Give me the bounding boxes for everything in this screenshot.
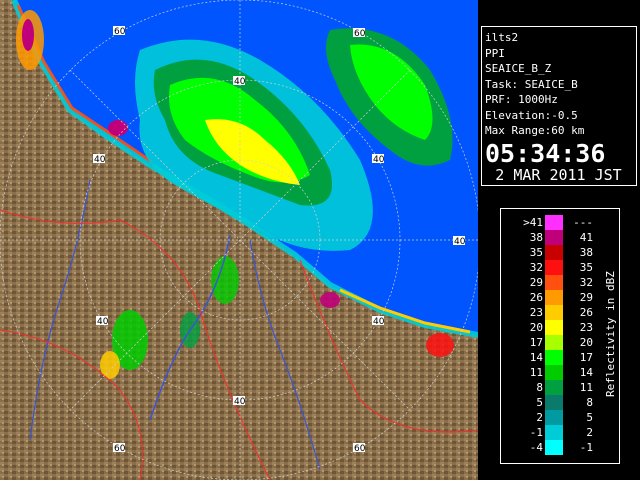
legend-color-swatch xyxy=(545,215,563,230)
echo-land-6 xyxy=(320,292,340,308)
legend-color-swatch xyxy=(545,335,563,350)
legend-low-value: 23 xyxy=(529,306,543,319)
legend-row: -1 2 xyxy=(501,425,621,440)
legend-low-value: 35 xyxy=(529,246,543,259)
legend-high-value: 29 xyxy=(579,291,593,304)
echo-cape xyxy=(108,120,128,136)
product-name: SEAICE_B_Z xyxy=(485,62,552,75)
prf-value: PRF: 1000Hz xyxy=(485,93,558,106)
legend-low-value: 26 xyxy=(529,291,543,304)
legend-color-swatch xyxy=(545,440,563,455)
legend-low-value: -4 xyxy=(529,441,543,454)
legend-row: 14 17 xyxy=(501,350,621,365)
legend-color-swatch xyxy=(545,260,563,275)
legend-high-value: 11 xyxy=(579,381,593,394)
legend-high-value: -1 xyxy=(579,441,593,454)
legend-unit-label: Reflectivity in dBZ xyxy=(604,271,617,397)
site-name: ilts2 xyxy=(485,31,519,44)
range-label: 60 xyxy=(114,444,126,454)
legend-color-swatch xyxy=(545,230,563,245)
legend-color-swatch xyxy=(545,305,563,320)
legend-row: 35 38 xyxy=(501,245,621,260)
legend-low-value: 32 xyxy=(529,261,543,274)
range-label: 60 xyxy=(114,27,126,37)
legend-high-value: 35 xyxy=(579,261,593,274)
legend-low-value: >41 xyxy=(523,216,543,229)
legend-color-swatch xyxy=(545,320,563,335)
legend-high-value: 38 xyxy=(579,246,593,259)
legend-low-value: 17 xyxy=(529,336,543,349)
legend-row: -4 -1 xyxy=(501,440,621,455)
legend-high-value: 17 xyxy=(579,351,593,364)
radar-ppi-display[interactable]: 60 40 40 40 60 40 40 40 40 60 60 xyxy=(0,0,478,480)
legend-row: 20 23 xyxy=(501,320,621,335)
legend-high-value: 23 xyxy=(579,321,593,334)
legend-low-value: 11 xyxy=(529,366,543,379)
echo-northwest-core xyxy=(22,19,34,51)
legend-low-value: 38 xyxy=(529,231,543,244)
legend-low-value: 29 xyxy=(529,276,543,289)
legend-low-value: 8 xyxy=(536,381,543,394)
scan-type: PPI xyxy=(485,46,505,60)
elevation-value: Elevation:-0.5 xyxy=(485,108,578,122)
legend-row: 11 14 xyxy=(501,365,621,380)
legend-row: >41 --- xyxy=(501,215,621,230)
reflectivity-legend: >41 --- 38 41 35 38 32 35 29 32 26 29 23 26 20 23 17 20 14… xyxy=(500,208,620,464)
legend-high-value: --- xyxy=(573,216,593,229)
legend-high-value: 2 xyxy=(586,426,593,439)
legend-low-value: -1 xyxy=(529,426,543,439)
range-label: 40 xyxy=(454,237,466,247)
legend-color-swatch xyxy=(545,410,563,425)
range-label: 40 xyxy=(97,317,109,327)
legend-row: 32 35 xyxy=(501,260,621,275)
legend-low-value: 14 xyxy=(529,351,543,364)
legend-high-value: 8 xyxy=(586,396,593,409)
scan-info-panel: ilts2 PPI SEAICE_B_Z Task: SEAICE_B PRF:… xyxy=(481,26,637,186)
legend-low-value: 20 xyxy=(529,321,543,334)
legend-row: 58 xyxy=(501,395,621,410)
legend-color-swatch xyxy=(545,350,563,365)
scan-time: 05:34:36 xyxy=(485,138,606,168)
echo-land-5 xyxy=(426,333,454,357)
legend-high-value: 14 xyxy=(579,366,593,379)
echo-land-3 xyxy=(211,256,239,304)
legend-color-swatch xyxy=(545,425,563,440)
max-range-value: Max Range:60 km xyxy=(485,124,585,137)
legend-low-value: 5 xyxy=(536,396,543,409)
legend-row: 25 xyxy=(501,410,621,425)
legend-high-value: 26 xyxy=(579,306,593,319)
legend-high-value: 20 xyxy=(579,336,593,349)
legend-high-value: 32 xyxy=(579,276,593,289)
range-label: 40 xyxy=(373,155,385,165)
range-label: 60 xyxy=(354,444,366,454)
legend-row: 17 20 xyxy=(501,335,621,350)
legend-row: 8 11 xyxy=(501,380,621,395)
range-label: 40 xyxy=(94,155,106,165)
legend-color-swatch xyxy=(545,275,563,290)
legend-row: 29 32 xyxy=(501,275,621,290)
legend-color-swatch xyxy=(545,290,563,305)
scan-date: 2 MAR 2011 JST xyxy=(495,165,622,184)
legend-row: 38 41 xyxy=(501,230,621,245)
task-name: Task: SEAICE_B xyxy=(485,77,578,91)
legend-color-swatch xyxy=(545,245,563,260)
legend-color-swatch xyxy=(545,365,563,380)
range-label: 40 xyxy=(373,317,385,327)
range-label: 40 xyxy=(234,397,246,407)
legend-color-swatch xyxy=(545,395,563,410)
legend-row: 26 29 xyxy=(501,290,621,305)
legend-low-value: 2 xyxy=(536,411,543,424)
legend-high-value: 41 xyxy=(579,231,593,244)
range-label: 40 xyxy=(234,77,246,87)
legend-row: 23 26 xyxy=(501,305,621,320)
legend-color-swatch xyxy=(545,380,563,395)
legend-high-value: 5 xyxy=(586,411,593,424)
range-label: 60 xyxy=(354,29,366,39)
